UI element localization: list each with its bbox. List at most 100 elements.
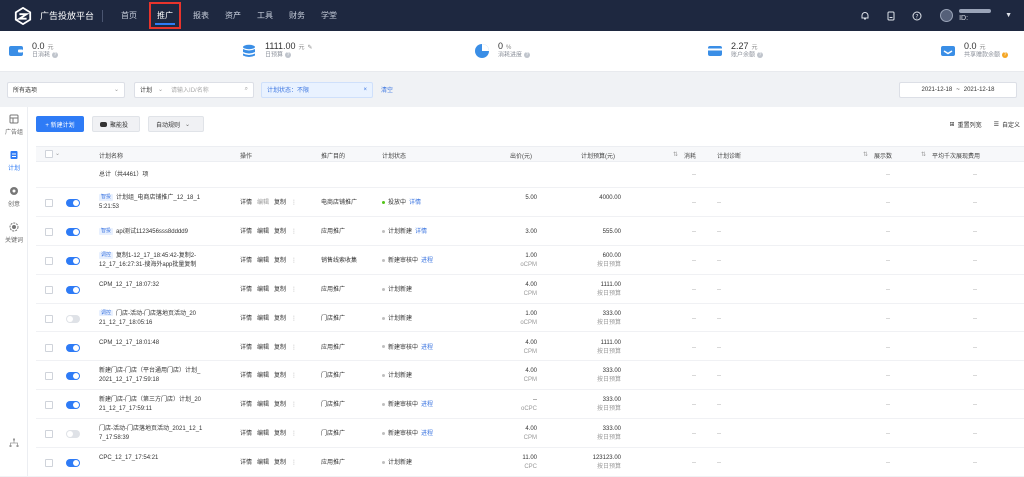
col-budget[interactable]: 计划预算(元)	[581, 151, 615, 160]
edit-link[interactable]: 编辑	[257, 460, 269, 466]
col-avg-cpm[interactable]: 平均千次展现费用	[932, 151, 980, 160]
plan-name[interactable]: 调控 复制1-12_17_18:45:42-复制2-	[99, 251, 196, 260]
nav-item-4[interactable]: 工具	[249, 0, 281, 31]
col-status[interactable]: 计划状态	[382, 151, 406, 160]
row-checkbox[interactable]	[45, 256, 53, 265]
plan-name-line2[interactable]: 21_12_17_18:05:16	[99, 319, 152, 327]
level-search-combo[interactable]: 计划 ⌄ 请输入ID/名称 ⌕	[134, 81, 254, 98]
col-bid[interactable]: 出价(元)	[510, 151, 532, 160]
edit-link[interactable]: 编辑	[257, 316, 269, 322]
edit-link[interactable]: 编辑	[257, 402, 269, 408]
detail-link[interactable]: 详情	[240, 287, 252, 293]
status-detail-link[interactable]: 详情	[415, 229, 427, 235]
edit-link[interactable]: 编辑	[257, 431, 269, 437]
row-checkbox[interactable]	[45, 459, 53, 468]
copy-link[interactable]: 复制	[274, 402, 286, 408]
edit-link[interactable]: 编辑	[257, 258, 269, 264]
row-checkbox[interactable]	[45, 199, 53, 207]
row-checkbox[interactable]	[45, 314, 53, 323]
help-icon[interactable]: ?	[908, 0, 926, 31]
more-icon[interactable]: ⋮	[291, 460, 297, 466]
document-icon[interactable]	[882, 0, 900, 31]
plan-name[interactable]: CPC_12_17_17:54:21	[99, 454, 158, 462]
more-icon[interactable]: ⋮	[291, 287, 297, 293]
col-impressions[interactable]: 展示数	[874, 151, 892, 160]
select-all-checkbox[interactable]	[45, 150, 53, 158]
chevron-down-icon[interactable]: ⌄	[55, 150, 60, 157]
copy-link[interactable]: 复制	[274, 229, 286, 235]
status-detail-link[interactable]: 进程	[421, 258, 433, 264]
edit-link[interactable]: 编辑	[257, 345, 269, 351]
plan-name[interactable]: 调控 门店-活动-门店落地页活动_20	[99, 309, 196, 318]
nav-item-0[interactable]: 首页	[113, 0, 145, 31]
status-detail-link[interactable]: 进程	[421, 431, 433, 437]
question-icon[interactable]: ?	[285, 52, 292, 59]
more-icon[interactable]: ⋮	[291, 229, 297, 235]
plan-name[interactable]: CPM_12_17_18:07:32	[99, 281, 159, 289]
plan-name-line2[interactable]: 2021_12_17_17:59:18	[99, 376, 159, 384]
copy-link[interactable]: 复制	[274, 373, 286, 379]
detail-link[interactable]: 详情	[240, 460, 252, 466]
search-icon[interactable]: ⌕	[245, 86, 248, 93]
copy-link[interactable]: 复制	[274, 460, 286, 466]
status-detail-link[interactable]: 进程	[421, 402, 433, 408]
detail-link[interactable]: 详情	[240, 345, 252, 351]
status-detail-link[interactable]: 详情	[409, 200, 421, 206]
sidebar-item-ad-group[interactable]: 广告组	[0, 107, 28, 143]
scope-select[interactable]: 所有选项 ⌄	[7, 81, 125, 98]
plan-name[interactable]: 智投 计划组_电商店铺推广_12_18_1	[99, 194, 200, 202]
row-checkbox[interactable]	[45, 343, 53, 352]
copy-link[interactable]: 复制	[274, 200, 286, 206]
row-status-toggle[interactable]	[66, 314, 80, 323]
row-status-toggle[interactable]	[66, 285, 80, 294]
more-icon[interactable]: ⋮	[291, 373, 297, 379]
row-checkbox[interactable]	[45, 285, 53, 294]
row-checkbox[interactable]	[45, 430, 53, 439]
row-status-toggle[interactable]	[66, 401, 80, 410]
sort-icon[interactable]: ⇅	[673, 151, 678, 158]
detail-link[interactable]: 详情	[240, 316, 252, 322]
question-icon[interactable]: ?	[1002, 52, 1009, 59]
plan-name[interactable]: 新建门店-门店（第三方门店）计划_20	[99, 396, 201, 404]
question-icon[interactable]: ?	[524, 52, 531, 59]
plan-name[interactable]: 门店-活动-门店落地页活动_2021_12_1	[99, 425, 202, 433]
col-plan-name[interactable]: 计划名称	[99, 151, 123, 160]
row-status-toggle[interactable]	[66, 343, 80, 352]
question-icon[interactable]: ?	[52, 52, 59, 59]
plan-name-line2[interactable]: 12_17_16:27:31-搜海外app批量复制	[99, 261, 196, 269]
search-input[interactable]: 请输入ID/名称	[171, 85, 209, 94]
edit-link[interactable]: 编辑	[257, 200, 269, 206]
row-checkbox[interactable]	[45, 372, 53, 381]
date-range-picker[interactable]: 2021-12-18 ~ 2021-12-18	[899, 82, 1017, 98]
row-checkbox[interactable]	[45, 227, 53, 236]
copy-link[interactable]: 复制	[274, 316, 286, 322]
smart-delivery-button[interactable]: 聚能投	[92, 116, 140, 132]
edit-link[interactable]: 编辑	[257, 373, 269, 379]
row-checkbox[interactable]	[45, 401, 53, 410]
clear-filters-link[interactable]: 清空	[381, 85, 393, 94]
more-icon[interactable]: ⋮	[291, 431, 297, 437]
detail-link[interactable]: 详情	[240, 229, 252, 235]
sort-icon[interactable]: ⇅	[921, 151, 926, 158]
pencil-icon[interactable]: ✎	[308, 45, 313, 51]
plan-name-line2[interactable]: 21_12_17_17:59:11	[99, 405, 152, 413]
user-menu[interactable]: ID: ▼	[940, 8, 1012, 23]
row-status-toggle[interactable]	[66, 256, 80, 265]
row-status-toggle[interactable]	[66, 227, 80, 236]
sidebar-item-keyword[interactable]: 关键词	[0, 215, 28, 251]
customize-columns-button[interactable]: ☰ 自定义	[994, 120, 1020, 129]
nav-item-5[interactable]: 财务	[281, 0, 313, 31]
copy-link[interactable]: 复制	[274, 431, 286, 437]
more-icon[interactable]: ⋮	[291, 258, 297, 264]
plan-name[interactable]: CPM_12_17_18:01:48	[99, 339, 159, 347]
detail-link[interactable]: 详情	[240, 258, 252, 264]
nav-item-6[interactable]: 学堂	[313, 0, 345, 31]
reset-column-width-button[interactable]: ⊞ 重置列宽	[950, 120, 982, 129]
copy-link[interactable]: 复制	[274, 287, 286, 293]
detail-link[interactable]: 详情	[240, 402, 252, 408]
col-cost[interactable]: 消耗	[684, 151, 696, 160]
row-status-toggle[interactable]	[66, 430, 80, 439]
more-icon[interactable]: ⋮	[291, 316, 297, 322]
plan-name[interactable]: 智投 api测试1123456sss8dddd9	[99, 227, 188, 236]
row-status-toggle[interactable]	[66, 372, 80, 381]
